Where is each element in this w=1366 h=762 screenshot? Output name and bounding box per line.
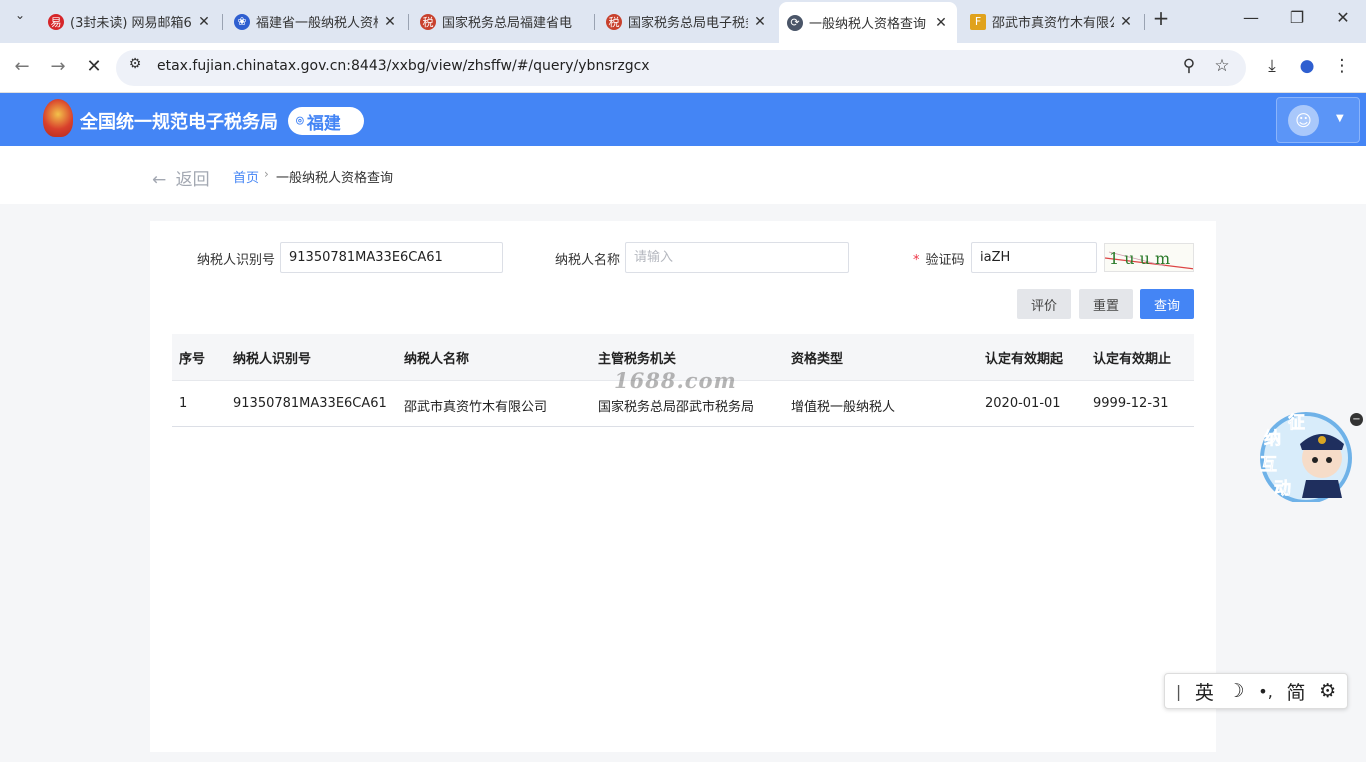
stop-loading-icon[interactable]: ✕ xyxy=(82,56,106,77)
tab-title: 福建省一般纳税人资格 xyxy=(256,16,378,31)
region-label: 福建 xyxy=(306,113,341,134)
window-close-icon[interactable]: ✕ xyxy=(1329,8,1357,27)
new-tab-icon[interactable]: + xyxy=(1147,6,1175,30)
query-button[interactable]: 查询 xyxy=(1140,289,1194,319)
minimize-icon[interactable]: — xyxy=(1237,8,1265,27)
site-info-icon[interactable]: ⚙ xyxy=(124,56,146,72)
captcha-input[interactable] xyxy=(971,242,1097,273)
punctuation-icon[interactable]: •, xyxy=(1258,682,1273,701)
tab-fujian-taxpayer[interactable]: ❀ 福建省一般纳税人资格 ✕ xyxy=(226,6,406,37)
ime-toolbar: | 英 ☽ •, 简 ⚙ xyxy=(1164,673,1348,709)
tab-search-icon[interactable]: ⌄ xyxy=(6,8,34,22)
column-header-qualification-type: 资格类型 xyxy=(791,352,844,367)
bookmark-star-icon[interactable]: ☆ xyxy=(1211,56,1233,76)
chevron-down-icon[interactable]: ▼ xyxy=(1336,113,1344,124)
cell-index: 1 xyxy=(179,396,188,411)
captcha-text: 1 u u m xyxy=(1109,249,1170,268)
forward-arrow-icon[interactable]: → xyxy=(46,56,70,77)
tab-title: 一般纳税人资格查询 xyxy=(809,17,927,32)
ime-drag-handle[interactable]: | xyxy=(1176,682,1181,701)
cell-tax-authority: 国家税务总局邵武市税务局 xyxy=(598,400,755,415)
column-header-tax-authority: 主管税务机关 xyxy=(598,352,677,367)
required-asterisk: * xyxy=(913,253,920,268)
cell-valid-from: 2020-01-01 xyxy=(985,396,1061,411)
close-tab-icon[interactable]: ✕ xyxy=(382,14,398,30)
tab-title: 国家税务总局福建省电 xyxy=(442,16,573,31)
back-arrow-icon[interactable]: ← xyxy=(10,56,34,77)
evaluate-button[interactable]: 评价 xyxy=(1017,289,1071,319)
assistant-char: 互 xyxy=(1260,455,1277,475)
breadcrumb-current: 一般纳税人资格查询 xyxy=(276,171,394,186)
column-header-valid-to: 认定有效期止 xyxy=(1093,352,1172,367)
reset-button[interactable]: 重置 xyxy=(1079,289,1133,319)
cell-qualification-type: 增值税一般纳税人 xyxy=(791,400,896,415)
assistant-widget[interactable]: 征 纳 互 动 xyxy=(1256,408,1352,504)
watermark: 1688.com xyxy=(614,368,737,393)
close-tab-icon[interactable]: ✕ xyxy=(1118,14,1134,30)
cell-valid-to: 9999-12-31 xyxy=(1093,396,1169,411)
captcha-image[interactable]: 1 u u m xyxy=(1104,243,1194,272)
cell-taxpayer-id: 91350781MA33E6CA61 xyxy=(233,396,387,411)
tab-title: 邵武市真资竹木有限公 xyxy=(992,16,1114,31)
tab-title: (3封未读) 网易邮箱6. xyxy=(70,16,192,31)
close-tab-icon[interactable]: ✕ xyxy=(933,15,949,31)
browser-tab-strip: ⌄ 易 (3封未读) 网易邮箱6. ✕ ❀ 福建省一般纳税人资格 ✕ 税 国家税… xyxy=(0,0,1366,43)
national-emblem-logo xyxy=(43,99,73,137)
taxpayer-name-input[interactable] xyxy=(625,242,849,273)
tab-company[interactable]: F 邵武市真资竹木有限公 ✕ xyxy=(962,6,1142,37)
profile-icon[interactable]: ● xyxy=(1296,56,1318,76)
captcha-graphic: 1 u u m xyxy=(1105,249,1193,270)
close-tab-icon[interactable]: ✕ xyxy=(196,14,212,30)
taxpayer-name-label: 纳税人名称 xyxy=(555,253,621,268)
close-tab-icon[interactable]: ✕ xyxy=(752,14,768,30)
user-avatar-icon[interactable]: ☺ xyxy=(1288,105,1319,136)
back-button[interactable]: ← 返回 xyxy=(152,165,210,190)
ime-language-toggle[interactable]: 英 xyxy=(1195,678,1214,705)
column-header-taxpayer-name: 纳税人名称 xyxy=(404,352,470,367)
back-label: 返回 xyxy=(175,170,210,190)
tab-title: 国家税务总局电子税务 xyxy=(628,16,748,31)
url-text[interactable]: etax.fujian.chinatax.gov.cn:8443/xxbg/vi… xyxy=(157,58,650,74)
moon-icon[interactable]: ☽ xyxy=(1228,680,1245,702)
cell-taxpayer-name: 邵武市真资竹木有限公司 xyxy=(404,400,548,415)
baidu-favicon-icon: ❀ xyxy=(234,13,250,30)
assistant-close-icon[interactable]: − xyxy=(1350,413,1363,426)
column-header-taxpayer-id: 纳税人识别号 xyxy=(233,352,312,367)
tab-national-etax[interactable]: 税 国家税务总局电子税务 ✕ xyxy=(598,6,776,37)
assistant-char: 纳 xyxy=(1264,428,1281,449)
zoom-icon[interactable]: ⚲ xyxy=(1178,56,1200,76)
company-favicon-icon: F xyxy=(970,13,986,30)
column-header-index: 序号 xyxy=(179,352,206,367)
netease-favicon-icon: 易 xyxy=(48,13,64,30)
breadcrumb-home-link[interactable]: 首页 xyxy=(233,167,259,186)
taxpayer-id-input[interactable] xyxy=(280,242,503,273)
assistant-char: 动 xyxy=(1274,479,1291,499)
tax-emblem-favicon-icon: 税 xyxy=(606,13,622,30)
back-arrow-icon: ← xyxy=(152,170,167,190)
tab-email[interactable]: 易 (3封未读) 网易邮箱6. ✕ xyxy=(40,6,220,37)
tax-emblem-favicon-icon: 税 xyxy=(420,13,436,30)
captcha-label: * 验证码 xyxy=(913,253,965,268)
assistant-mascot-icon: 征 纳 互 动 xyxy=(1260,412,1352,504)
ime-settings-icon[interactable]: ⚙ xyxy=(1319,680,1336,702)
ime-simplified-toggle[interactable]: 简 xyxy=(1286,678,1305,705)
site-brand[interactable]: 全国统一规范电子税务局 xyxy=(80,108,278,134)
restore-icon[interactable]: ❐ xyxy=(1283,8,1311,27)
breadcrumb-separator-icon: › xyxy=(264,167,269,181)
tab-fujian-etax[interactable]: 税 国家税务总局福建省电 xyxy=(412,6,592,37)
column-header-valid-from: 认定有效期起 xyxy=(985,352,1064,367)
loading-favicon-icon: ⟳ xyxy=(787,14,803,31)
more-menu-icon[interactable]: ⋮ xyxy=(1331,56,1353,76)
tab-query-active[interactable]: ⟳ 一般纳税人资格查询 ✕ xyxy=(779,2,957,43)
assistant-char: 征 xyxy=(1288,412,1305,433)
region-selector[interactable]: ⌾ 福建 xyxy=(288,107,364,135)
location-pin-icon: ⌾ xyxy=(296,113,304,129)
taxpayer-id-label: 纳税人识别号 xyxy=(197,253,276,268)
download-icon[interactable]: ⤓ xyxy=(1261,56,1283,76)
